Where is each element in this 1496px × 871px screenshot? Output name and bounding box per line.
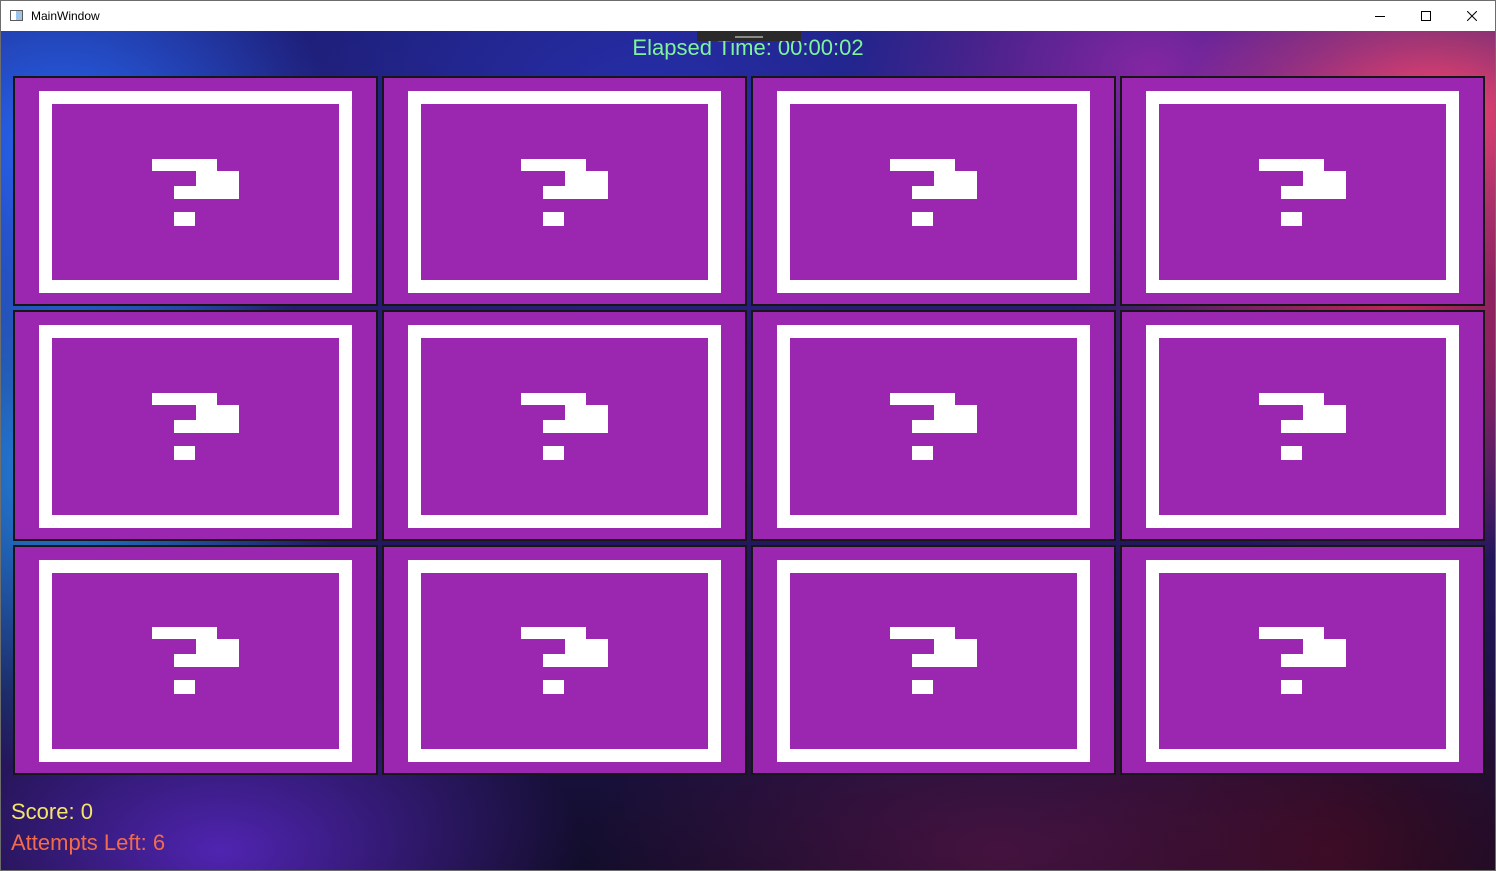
question-mark-icon bbox=[1259, 158, 1346, 226]
maximize-icon bbox=[1421, 11, 1431, 21]
memory-card-7[interactable] bbox=[751, 310, 1116, 541]
card-frame bbox=[408, 91, 721, 294]
question-mark-icon bbox=[152, 158, 239, 226]
memory-card-4[interactable] bbox=[1120, 76, 1485, 307]
memory-card-2[interactable] bbox=[382, 76, 747, 307]
card-frame bbox=[39, 559, 352, 762]
close-button[interactable] bbox=[1449, 1, 1495, 31]
app-window-icon bbox=[10, 10, 23, 21]
question-mark-icon bbox=[521, 158, 608, 226]
game-area: Elapsed Time: 00:00:02 Score: 0 Attempts… bbox=[1, 31, 1495, 870]
memory-card-12[interactable] bbox=[1120, 544, 1485, 775]
question-mark-icon bbox=[152, 392, 239, 460]
maximize-button[interactable] bbox=[1403, 1, 1449, 31]
card-frame bbox=[1146, 559, 1459, 762]
question-mark-icon bbox=[521, 627, 608, 695]
card-frame bbox=[777, 325, 1090, 528]
memory-card-3[interactable] bbox=[751, 76, 1116, 307]
card-frame bbox=[408, 559, 721, 762]
question-mark-icon bbox=[890, 158, 977, 226]
card-frame bbox=[777, 91, 1090, 294]
memory-card-10[interactable] bbox=[382, 544, 747, 775]
drag-grip-handle[interactable] bbox=[697, 31, 801, 41]
memory-card-6[interactable] bbox=[382, 310, 747, 541]
title-bar[interactable]: MainWindow bbox=[1, 1, 1495, 31]
minimize-icon bbox=[1375, 16, 1385, 17]
card-frame bbox=[39, 91, 352, 294]
card-frame bbox=[39, 325, 352, 528]
question-mark-icon bbox=[152, 627, 239, 695]
main-window: MainWindow Elapsed Time: 00:00:02 Score:… bbox=[0, 0, 1496, 871]
question-mark-icon bbox=[521, 392, 608, 460]
memory-card-8[interactable] bbox=[1120, 310, 1485, 541]
card-frame bbox=[777, 559, 1090, 762]
close-icon bbox=[1467, 11, 1477, 21]
question-mark-icon bbox=[890, 392, 977, 460]
memory-card-1[interactable] bbox=[13, 76, 378, 307]
question-mark-icon bbox=[1259, 627, 1346, 695]
question-mark-icon bbox=[890, 627, 977, 695]
question-mark-icon bbox=[1259, 392, 1346, 460]
memory-card-9[interactable] bbox=[13, 544, 378, 775]
card-frame bbox=[1146, 91, 1459, 294]
attempts-left-label: Attempts Left: 6 bbox=[11, 830, 166, 855]
minimize-button[interactable] bbox=[1357, 1, 1403, 31]
memory-card-11[interactable] bbox=[751, 544, 1116, 775]
card-frame bbox=[1146, 325, 1459, 528]
score-label: Score: 0 bbox=[11, 799, 93, 824]
card-grid bbox=[13, 76, 1485, 775]
card-frame bbox=[408, 325, 721, 528]
memory-card-5[interactable] bbox=[13, 310, 378, 541]
window-title: MainWindow bbox=[31, 9, 100, 23]
